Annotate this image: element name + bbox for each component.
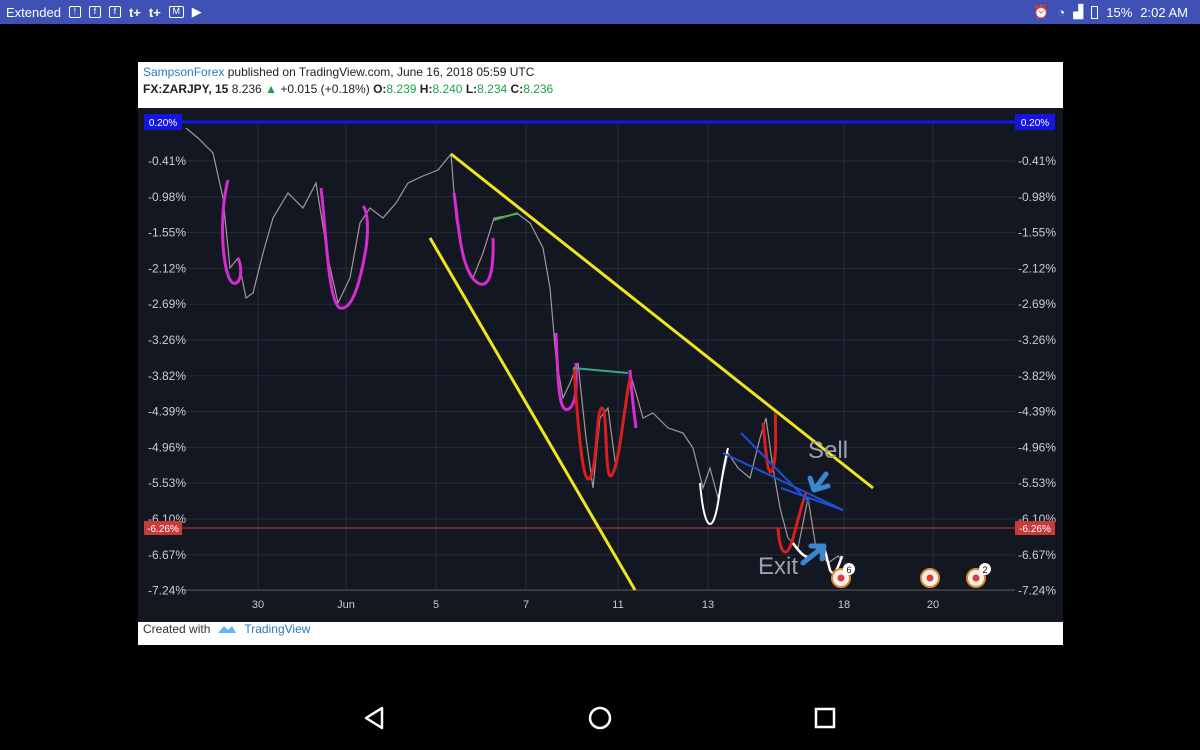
y-tick-label: -4.96% xyxy=(148,440,186,454)
high-label: H: xyxy=(419,82,433,96)
y-tick-label: -7.24% xyxy=(1018,584,1056,598)
y-tick-label: -4.96% xyxy=(1018,440,1056,454)
top-level-label-right: 0.20% xyxy=(1021,118,1049,129)
clock: 2:02 AM xyxy=(1140,4,1188,20)
tplus-icon: t+ xyxy=(148,4,161,20)
y-tick-label: -5.53% xyxy=(148,476,186,490)
y-tick-label: -2.12% xyxy=(148,261,186,275)
play-icon: ▶ xyxy=(191,4,202,19)
y-tick-label: -2.69% xyxy=(1018,297,1056,311)
x-tick-label: 20 xyxy=(927,599,939,611)
x-tick-label: 11 xyxy=(612,599,623,611)
y-tick-label: -2.69% xyxy=(148,297,186,311)
change-value: +0.015 (+0.18%) xyxy=(280,82,370,96)
current-price-label-right: -6.26% xyxy=(1019,524,1051,535)
last-price: 8.236 xyxy=(231,82,262,96)
event-badge-count-3: 2 xyxy=(982,565,987,575)
gmail-icon: M xyxy=(168,6,184,18)
back-icon[interactable] xyxy=(360,703,390,733)
y-tick-label: -0.41% xyxy=(1018,154,1056,168)
alarm-icon: ⏰ xyxy=(1033,4,1050,19)
tradingview-logo-icon xyxy=(218,626,237,633)
y-tick-label: -1.55% xyxy=(148,226,186,240)
signal-icon: ▟ xyxy=(1073,4,1084,19)
tradingview-link[interactable]: TradingView xyxy=(244,622,310,636)
x-tick-label: 30 xyxy=(252,599,264,611)
alert-icon: ! xyxy=(68,6,81,18)
footer: Created with TradingView xyxy=(143,622,310,636)
y-tick-label: -5.53% xyxy=(1018,476,1056,490)
y-tick-label: -3.26% xyxy=(1018,333,1056,347)
open-value: 8.239 xyxy=(386,82,417,96)
price-chart[interactable]: -0.41% -0.98% -1.55% -2.12% -2.69% -3.26% -3.8… xyxy=(138,108,1063,622)
x-tick-label: 7 xyxy=(523,599,529,611)
tplus-icon: t+ xyxy=(128,4,141,20)
extended-label: Extended xyxy=(6,4,61,20)
y-tick-label: -0.41% xyxy=(148,154,186,168)
close-label: C: xyxy=(510,82,524,96)
y-tick-label: -0.98% xyxy=(1018,190,1056,204)
chart-background xyxy=(138,108,1063,622)
flipboard-icon: f xyxy=(108,6,121,18)
top-level-label-left: 0.20% xyxy=(149,118,177,129)
x-tick-label: 13 xyxy=(702,599,714,611)
status-bar: Extended ! f f t+ t+ M ▶ ⏰ ◔ ▟ 15% 2:02 … xyxy=(0,0,1200,24)
created-with-label: Created with xyxy=(143,622,211,636)
wifi-icon: ◔ xyxy=(1057,4,1066,20)
battery-percent: 15% xyxy=(1106,4,1133,20)
open-label: O: xyxy=(373,82,387,96)
low-value: 8.234 xyxy=(477,82,508,96)
navigation-bar xyxy=(0,683,1200,750)
home-icon[interactable] xyxy=(585,703,615,733)
current-price-label-left: -6.26% xyxy=(147,524,179,535)
x-tick-label: 18 xyxy=(838,599,850,611)
y-tick-label: -2.12% xyxy=(1018,261,1056,275)
battery-icon xyxy=(1091,5,1099,19)
up-arrow-icon: ▲ xyxy=(265,82,277,96)
y-tick-label: -3.26% xyxy=(148,333,186,347)
high-value: 8.240 xyxy=(432,82,463,96)
publisher-link[interactable]: SampsonForex xyxy=(143,65,224,79)
y-tick-label: -7.24% xyxy=(148,584,186,598)
y-tick-label: -4.39% xyxy=(1018,405,1056,419)
y-tick-label: -4.39% xyxy=(148,405,186,419)
chart-card: SampsonForex published on TradingView.co… xyxy=(138,62,1063,645)
event-marker-2[interactable] xyxy=(920,568,940,588)
x-tick-label: 5 xyxy=(433,599,439,611)
low-label: L: xyxy=(465,82,478,96)
x-tick-label: Jun xyxy=(337,599,355,611)
flipboard-icon: f xyxy=(88,6,101,18)
y-tick-label: -6.67% xyxy=(1018,548,1056,562)
sell-annotation: Sell xyxy=(808,437,848,464)
publish-line: SampsonForex published on TradingView.co… xyxy=(143,65,534,79)
y-tick-label: -3.82% xyxy=(1018,369,1056,383)
y-tick-label: -3.82% xyxy=(148,369,186,383)
y-tick-label: -0.98% xyxy=(148,190,186,204)
y-tick-label: -1.55% xyxy=(1018,226,1056,240)
published-text: published on TradingView.com, June 16, 2… xyxy=(227,65,535,79)
close-value: 8.236 xyxy=(523,82,554,96)
y-tick-label: -6.67% xyxy=(148,548,186,562)
recents-icon[interactable] xyxy=(810,703,840,733)
event-badge-count-1: 6 xyxy=(846,565,851,575)
exit-annotation: Exit xyxy=(758,553,798,580)
symbol-label: FX:ZARJPY, 15 xyxy=(143,82,229,96)
ohlc-line: FX:ZARJPY, 15 8.236 ▲ +0.015 (+0.18%) O:… xyxy=(143,82,553,96)
